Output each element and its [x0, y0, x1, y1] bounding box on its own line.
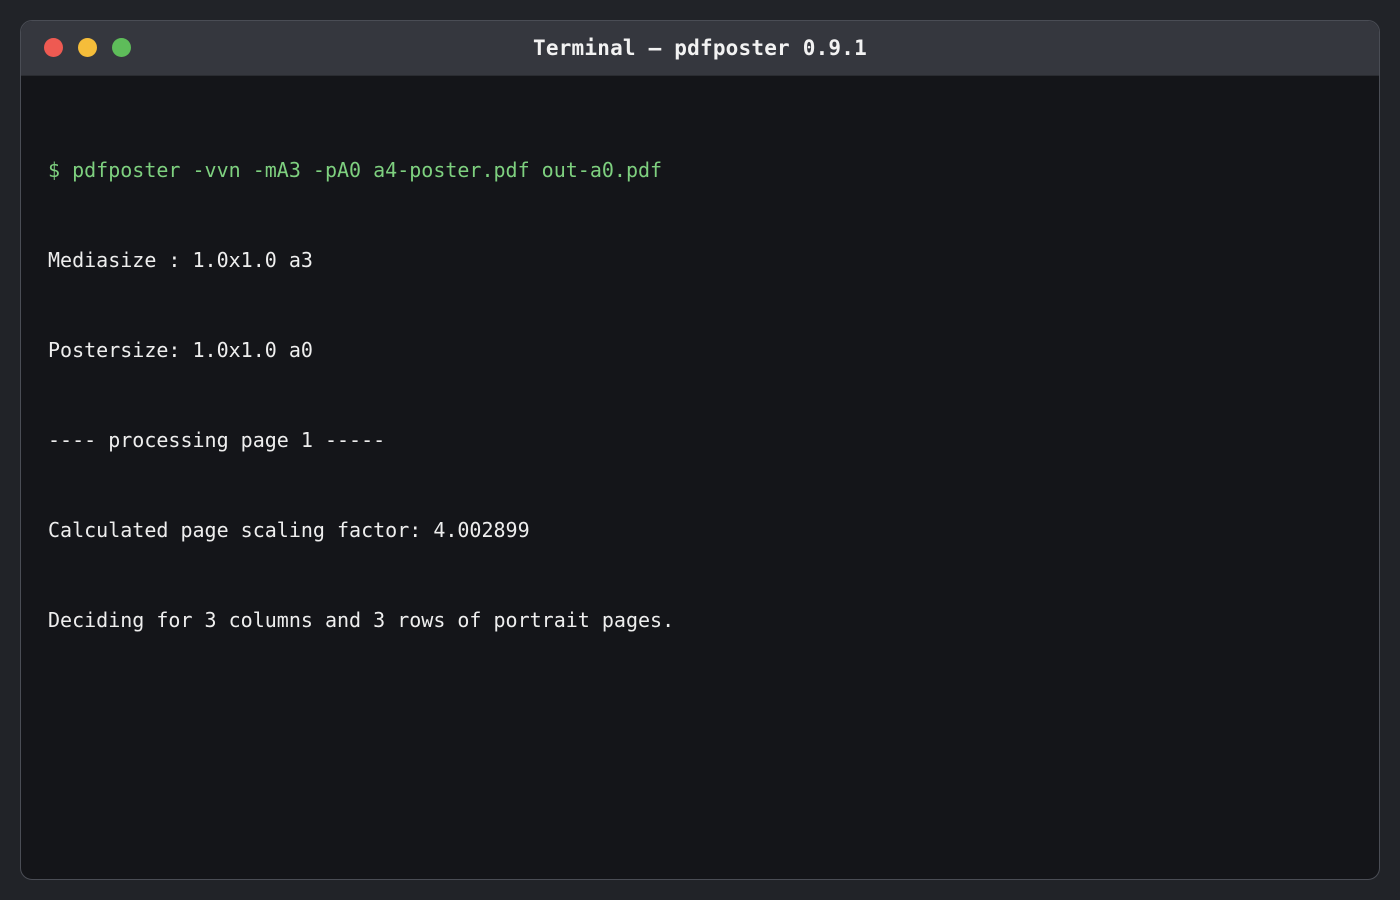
window-title: Terminal — pdfposter 0.9.1 — [533, 36, 867, 60]
command-line: $ pdfposter -vvn -mA3 -pA0 a4-poster.pdf… — [48, 158, 663, 182]
title-bar[interactable]: Terminal — pdfposter 0.9.1 — [21, 21, 1379, 76]
terminal-window: Terminal — pdfposter 0.9.1 $ pdfposter -… — [20, 20, 1380, 880]
terminal-output[interactable]: $ pdfposter -vvn -mA3 -pA0 a4-poster.pdf… — [48, 95, 1359, 859]
output-line-mediasize: Mediasize : 1.0x1.0 a3 — [48, 248, 313, 272]
output-line-processing: ---- processing page 1 ----- — [48, 428, 386, 452]
output-line-postersize: Postersize: 1.0x1.0 a0 — [48, 338, 313, 362]
output-line-deciding: Deciding for 3 columns and 3 rows of por… — [48, 608, 675, 632]
output-line-scaling: Calculated page scaling factor: 4.002899 — [48, 518, 530, 542]
